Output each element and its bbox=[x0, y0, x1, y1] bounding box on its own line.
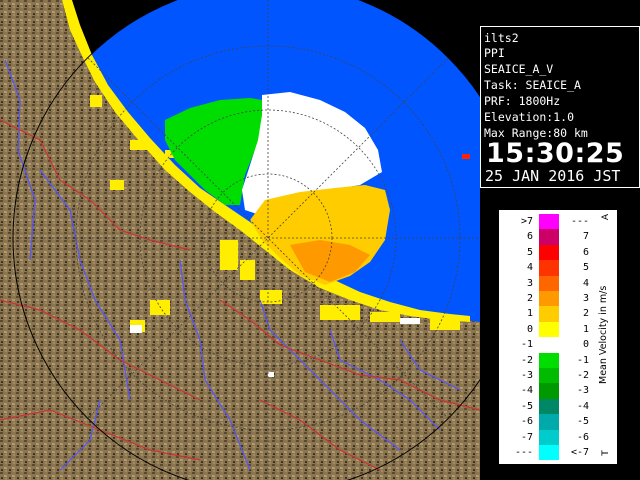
legend-row: >7 --- bbox=[499, 214, 617, 230]
legend-high-label: 1 bbox=[582, 323, 589, 335]
legend-color-swatch bbox=[539, 291, 559, 307]
legend-color-swatch bbox=[539, 398, 559, 415]
prf-value: PRF: 1800Hz bbox=[484, 94, 561, 108]
legend-high-label: -1 bbox=[576, 354, 589, 366]
legend-corner-label-top: A bbox=[601, 213, 612, 221]
legend-high-label: 5 bbox=[582, 262, 589, 274]
legend-high-label: 7 bbox=[582, 231, 589, 243]
legend-low-label: -2 bbox=[520, 354, 533, 366]
legend-color-swatch bbox=[539, 321, 559, 338]
legend-color-swatch bbox=[539, 229, 559, 245]
legend-low-label: -1 bbox=[520, 339, 533, 351]
legend-low-label: -3 bbox=[520, 370, 533, 381]
legend-low-label: -6 bbox=[520, 416, 533, 428]
legend-low-label: 5 bbox=[526, 246, 533, 258]
legend-high-label: -5 bbox=[576, 416, 589, 428]
product-type: PPI bbox=[484, 46, 505, 60]
legend-color-swatch bbox=[539, 368, 559, 384]
scan-time: 15:30:25 bbox=[486, 138, 625, 169]
legend-color-swatch bbox=[539, 383, 559, 399]
legend-color-swatch bbox=[539, 337, 559, 353]
legend-row: -7 -6 bbox=[499, 429, 617, 445]
legend-high-label: --- bbox=[570, 216, 589, 227]
legend-low-label: -5 bbox=[520, 400, 533, 412]
info-panel: ilts2 PPI SEAICE_A_V Task: SEAICE_A PRF:… bbox=[480, 26, 640, 188]
legend-low-label: -7 bbox=[520, 431, 533, 443]
legend-low-label: --- bbox=[514, 447, 533, 458]
legend-color-swatch bbox=[539, 214, 559, 230]
legend-color-swatch bbox=[539, 445, 559, 461]
radar-map-svg bbox=[0, 0, 480, 480]
legend-low-label: 0 bbox=[526, 323, 533, 335]
task-name: Task: SEAICE_A bbox=[484, 78, 581, 92]
legend-high-label: 2 bbox=[582, 308, 589, 320]
moment-name: SEAICE_A_V bbox=[484, 62, 554, 76]
legend-high-label: <-7 bbox=[570, 447, 589, 458]
legend-color-swatch bbox=[539, 306, 559, 322]
echo-red-spot bbox=[462, 154, 470, 159]
legend-high-label: 4 bbox=[582, 277, 589, 289]
radar-ppi-view[interactable] bbox=[0, 0, 480, 480]
legend-high-label: -3 bbox=[576, 385, 589, 397]
legend-low-label: 6 bbox=[526, 231, 533, 243]
legend-high-label: -2 bbox=[576, 370, 589, 381]
legend-row: --- <-7 bbox=[499, 445, 617, 461]
legend-high-label: 3 bbox=[582, 293, 589, 304]
legend-color-swatch bbox=[539, 429, 559, 445]
legend-low-label: 3 bbox=[526, 277, 533, 289]
legend-high-label: 6 bbox=[582, 246, 589, 258]
legend-low-label: 4 bbox=[526, 262, 533, 274]
legend-color-swatch bbox=[539, 352, 559, 368]
legend-high-label: -6 bbox=[576, 431, 589, 443]
legend-low-label: >7 bbox=[520, 216, 533, 227]
elevation-value: Elevation:1.0 bbox=[484, 110, 575, 124]
legend-color-swatch bbox=[539, 414, 559, 430]
station-name: ilts2 bbox=[484, 31, 519, 45]
legend-high-label: 0 bbox=[582, 339, 589, 351]
legend-color-swatch bbox=[539, 260, 559, 276]
legend-title: Mean Velocity in m/s bbox=[598, 285, 609, 385]
legend-low-label: -4 bbox=[520, 385, 533, 397]
scan-date: 25 JAN 2016 JST bbox=[485, 167, 621, 185]
legend-low-label: 1 bbox=[526, 308, 533, 320]
legend-color-swatch bbox=[539, 244, 559, 261]
legend-low-label: 2 bbox=[526, 293, 533, 304]
velocity-legend: >7 --- 6 7 5 6 4 5 3 4 2 3 1 2 0 1 -1 0 -2 -1 -3 -2 -4 -3 -5 -4 -6… bbox=[499, 210, 617, 464]
legend-color-swatch bbox=[539, 275, 559, 291]
legend-corner-label-bottom: T bbox=[600, 450, 611, 456]
legend-high-label: -4 bbox=[576, 400, 589, 412]
